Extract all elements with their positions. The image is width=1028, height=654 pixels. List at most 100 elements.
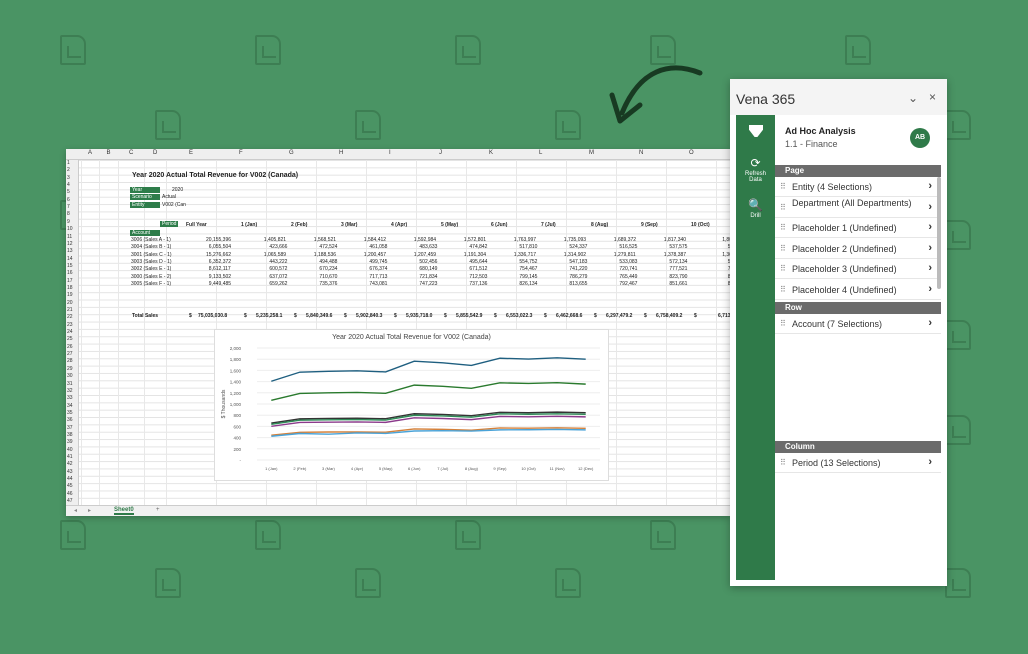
period-header[interactable]: 3 (Mar) [341,222,357,228]
value-cell[interactable]: 547,183 [569,259,587,265]
value-cell[interactable]: 717,713 [369,274,387,280]
column-header[interactable]: I [389,150,391,156]
chevron-right-icon[interactable]: › [928,221,932,233]
period-header[interactable]: 10 (Oct) [691,222,710,228]
value-cell[interactable]: 659,262 [269,281,287,287]
row-number[interactable]: 14 [67,256,73,262]
row-number[interactable]: 15 [67,263,73,269]
selector-row[interactable]: ⠿ Department (All Departments) › [775,198,941,218]
column-header[interactable]: O [689,150,694,156]
row-number[interactable]: 17 [67,278,73,284]
row-number[interactable]: 7 [67,204,70,210]
sheet-title[interactable]: Year 2020 Actual Total Revenue for V002 … [132,172,298,179]
value-cell[interactable]: 680,149 [419,266,437,272]
value-cell[interactable]: 741,220 [569,266,587,272]
value-cell[interactable]: 1,735,093 [564,237,586,243]
period-header[interactable]: 2 (Feb) [291,222,307,228]
avatar[interactable]: AB [910,128,930,148]
row-number[interactable]: 30 [67,373,73,379]
value-cell[interactable]: 6,055,504 [209,244,231,250]
row-number[interactable]: 32 [67,388,73,394]
total-cell[interactable]: 5,855,542.9 [456,313,482,319]
row-number[interactable]: 5 [67,189,70,195]
value-cell[interactable]: 524,337 [569,244,587,250]
sheet-tab[interactable]: Sheet0 [114,507,134,515]
period-label[interactable]: Period [160,221,179,227]
value-cell[interactable]: 9,133,502 [209,274,231,280]
value-cell[interactable]: 517,810 [519,244,537,250]
chevron-down-icon[interactable]: ⌄ [908,91,918,105]
row-number[interactable]: 3 [67,175,70,181]
value-cell[interactable]: 1,817,340 [664,237,686,243]
value-cell[interactable]: 799,145 [519,274,537,280]
value-cell[interactable]: 735,376 [319,281,337,287]
row-number[interactable]: 36 [67,417,73,423]
row-number[interactable]: 18 [67,285,73,291]
param-value[interactable]: V002 (Can [162,202,186,208]
value-cell[interactable]: 1,279,811 [614,252,636,258]
value-cell[interactable]: 1,763,997 [514,237,536,243]
chevron-right-icon[interactable]: › [928,242,932,254]
column-header[interactable]: H [339,150,343,156]
value-cell[interactable]: 1,191,304 [464,252,486,258]
column-header[interactable]: L [539,150,542,156]
value-cell[interactable]: 754,467 [519,266,537,272]
chevron-right-icon[interactable]: › [928,201,932,213]
value-cell[interactable]: 792,467 [619,281,637,287]
value-cell[interactable]: 737,136 [469,281,487,287]
row-number[interactable]: 8 [67,211,70,217]
account-name[interactable]: 3002 (Sales E - 1) [131,266,171,272]
param-label[interactable]: Year [130,187,160,193]
column-header[interactable]: G [289,150,294,156]
selector-row[interactable]: ⠿ Placeholder 2 (Undefined) › [775,239,941,259]
value-cell[interactable]: 765,449 [619,274,637,280]
total-cell[interactable]: 6,462,668.6 [556,313,582,319]
column-header[interactable]: A [88,150,92,156]
value-cell[interactable]: 851,661 [669,281,687,287]
drag-handle-icon[interactable]: ⠿ [780,458,786,467]
line-chart[interactable]: Year 2020 Actual Total Revenue for V002 … [214,329,609,481]
column-header[interactable]: D [153,150,157,156]
row-number[interactable]: 31 [67,381,73,387]
value-cell[interactable]: 423,666 [269,244,287,250]
total-label[interactable]: Total Sales [132,313,158,319]
value-cell[interactable]: 1,568,521 [314,237,336,243]
drag-handle-icon[interactable]: ⠿ [780,203,786,212]
value-cell[interactable]: 15,276,662 [206,252,231,258]
row-number[interactable]: 27 [67,351,73,357]
chevron-right-icon[interactable]: › [928,283,932,295]
column-header[interactable]: B [107,150,111,156]
row-number[interactable]: 41 [67,454,73,460]
value-cell[interactable]: 472,524 [319,244,337,250]
value-cell[interactable]: 813,655 [569,281,587,287]
drag-handle-icon[interactable]: ⠿ [780,223,786,232]
selector-row[interactable]: ⠿ Placeholder 4 (Undefined) › [775,280,941,300]
value-cell[interactable]: 20,155,396 [206,237,231,243]
value-cell[interactable]: 516,525 [619,244,637,250]
row-number[interactable]: 35 [67,410,73,416]
account-name[interactable]: 3004 (Sales B - 1) [131,244,171,250]
value-cell[interactable]: 670,234 [319,266,337,272]
row-number[interactable]: 16 [67,270,73,276]
row-number[interactable]: 10 [67,226,73,232]
tab-nav-next-icon[interactable]: ▸ [88,507,91,514]
period-header[interactable]: 5 (May) [441,222,458,228]
row-number[interactable]: 45 [67,483,73,489]
row-number[interactable]: 39 [67,439,73,445]
close-icon[interactable]: × [929,90,936,104]
value-cell[interactable]: 676,374 [369,266,387,272]
value-cell[interactable]: 495,644 [469,259,487,265]
drag-handle-icon[interactable]: ⠿ [780,264,786,273]
total-cell[interactable]: 6,758,409.2 [656,313,682,319]
value-cell[interactable]: 443,222 [269,259,287,265]
value-cell[interactable]: 483,633 [419,244,437,250]
period-header[interactable]: 1 (Jan) [241,222,257,228]
total-cell[interactable]: 6,297,479.2 [606,313,632,319]
value-cell[interactable]: 823,790 [669,274,687,280]
row-number[interactable]: 38 [67,432,73,438]
value-cell[interactable]: 600,572 [269,266,287,272]
value-cell[interactable]: 537,575 [669,244,687,250]
total-cell[interactable]: 5,235,258.1 [256,313,282,319]
row-number[interactable]: 6 [67,197,70,203]
value-cell[interactable]: 1,405,821 [264,237,286,243]
